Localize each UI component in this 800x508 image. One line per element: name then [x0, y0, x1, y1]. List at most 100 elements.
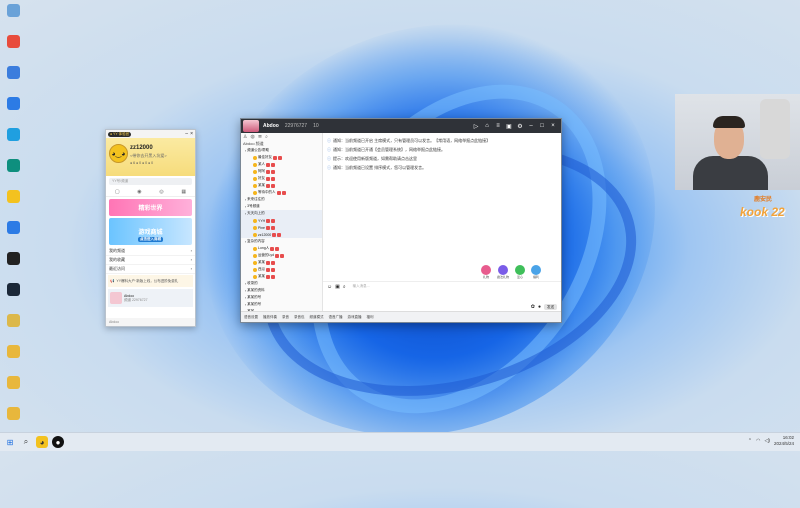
image-icon[interactable]: ▣	[335, 284, 340, 290]
tree-member-row[interactable]: 某人	[241, 161, 322, 168]
tree-member-row[interactable]: 运营的Lyd	[241, 252, 322, 259]
tree-channel-row[interactable]: › 天天向上的	[241, 210, 322, 217]
username[interactable]: zz12000	[130, 145, 153, 151]
avatar[interactable]: ◕‿◕	[109, 144, 128, 163]
desktop-icon[interactable]	[2, 188, 24, 219]
banner-store[interactable]: 游戏商城 点击进入商城	[109, 218, 192, 245]
tree-row-label: 等待中的人	[258, 190, 276, 194]
tree-channel-row[interactable]: › 3号频道	[241, 203, 322, 210]
vip-tag[interactable]: ● YY 体验官	[108, 131, 132, 137]
settings-icon[interactable]: ⚙	[516, 122, 524, 130]
gift-item[interactable]: 魔法礼物	[497, 265, 509, 279]
notice-bar[interactable]: 📢 YY爆料大户·新版上线，公布进阶免费礼	[108, 275, 193, 287]
message-input[interactable]: ✿ ● 发送	[323, 290, 561, 312]
close-icon[interactable]: ×	[190, 131, 193, 137]
bottom-bar-item[interactable]: 录音包	[294, 315, 305, 320]
desktop-icon[interactable]	[2, 2, 24, 33]
minimize-icon[interactable]: –	[185, 131, 188, 137]
group-icon[interactable]: ◎	[159, 189, 163, 195]
user-icon[interactable]: ♙	[243, 134, 247, 140]
bottom-bar-item[interactable]: 播放伴奏	[263, 315, 277, 320]
desktop-icon[interactable]	[2, 95, 24, 126]
gift-icon[interactable]: ✿	[531, 304, 535, 310]
search-icon[interactable]: ⌕	[20, 436, 32, 448]
tree-member-row[interactable]: 阿阿	[241, 168, 322, 175]
tree-channel-row[interactable]: › 某某的号	[241, 294, 322, 301]
tree-member-row[interactable]: zz12000	[241, 231, 322, 238]
desktop-icon[interactable]	[2, 312, 24, 343]
tree-member-row[interactable]: 最佳好友	[241, 154, 322, 161]
tree-channel-row[interactable]: › 来来往往的	[241, 196, 322, 203]
tree-member-row[interactable]: 西瓜	[241, 266, 322, 273]
menu-my-channels[interactable]: 我的频道 ›	[106, 247, 195, 256]
minimize-icon[interactable]: –	[527, 122, 535, 130]
tree-channel-row[interactable]: › 某某的号	[241, 301, 322, 308]
tree-member-row[interactable]: Long人	[241, 245, 322, 252]
channel-title[interactable]: Abdoo	[263, 123, 279, 129]
tree-member-row[interactable]: 好友	[241, 175, 322, 182]
tree-member-row[interactable]: 某某	[241, 259, 322, 266]
tree-member-row[interactable]: 某某	[241, 182, 322, 189]
desktop-icon[interactable]	[2, 219, 24, 250]
app-taskbar-icon[interactable]: ●	[52, 436, 64, 448]
home-icon[interactable]: ⌂	[483, 122, 491, 130]
game-icon[interactable]: ▣	[505, 122, 513, 130]
gift-item[interactable]: 福利	[531, 265, 541, 279]
desktop-icon[interactable]	[2, 126, 24, 157]
desktop-icon[interactable]	[2, 157, 24, 188]
tree-member-row[interactable]: 某某	[241, 273, 322, 280]
tree-channel-row[interactable]: › 频道公告/帮助	[241, 147, 322, 154]
user-signature[interactable]: <带你去开黑入坑爱>	[130, 153, 167, 159]
search-icon[interactable]: ⌕	[265, 134, 268, 140]
gift-item[interactable]: 爱心	[515, 265, 525, 279]
mini-bottom-bar[interactable]: Abdoo	[106, 318, 195, 326]
menu-icon[interactable]: ≡	[494, 122, 502, 130]
bottom-bar-item[interactable]: 游戏直播	[348, 315, 362, 320]
bottom-bar-item[interactable]: 频道模式	[310, 315, 324, 320]
grid-icon[interactable]: ▦	[181, 189, 186, 195]
gift-item[interactable]: 礼物	[480, 265, 491, 279]
bottom-bar-item[interactable]: 录音	[282, 315, 289, 320]
info-icon: ⓘ	[327, 165, 331, 170]
desktop-icon[interactable]	[2, 281, 24, 312]
chat-icon[interactable]: ▢	[115, 189, 120, 195]
bottom-bar-item[interactable]: 语音广播	[329, 315, 343, 320]
chevron-up-icon[interactable]: ⌃	[748, 438, 752, 444]
tree-channel-row[interactable]: › 复杂的内容	[241, 238, 322, 245]
search-input[interactable]: YY号/频道	[109, 178, 192, 185]
menu-recent[interactable]: 最近访问 ›	[106, 265, 195, 274]
maximize-icon[interactable]: □	[538, 122, 546, 130]
tree-member-row[interactable]: 等待中的人	[241, 189, 322, 196]
emoji-icon[interactable]: ☺	[327, 284, 332, 290]
yy-taskbar-icon[interactable]: ◕	[36, 436, 48, 448]
tree-member-row[interactable]: Pine	[241, 224, 322, 231]
message-text: 通知：当前频道已设置 排序模式，您可以管理发言。	[333, 165, 427, 170]
search-icon[interactable]: ⌕	[343, 284, 346, 290]
banner-world[interactable]: 精彩世界	[109, 199, 192, 216]
tree-channel-row[interactable]: › 某某的资料	[241, 287, 322, 294]
tree-channel-row[interactable]: › 收录的	[241, 280, 322, 287]
tree-member-row[interactable]: YYH	[241, 217, 322, 224]
system-tray: ⌃ ◠ ◁) 16:02 2024/5/24	[748, 435, 794, 447]
list-icon[interactable]: ≣	[258, 134, 262, 140]
bottom-bar-item[interactable]: 语音设置	[244, 315, 258, 320]
desktop-icon[interactable]	[2, 250, 24, 281]
close-icon[interactable]: ×	[549, 122, 557, 130]
record-icon[interactable]: ●	[538, 304, 541, 310]
video-icon[interactable]: ▷	[472, 122, 480, 130]
bottom-bar-item[interactable]: 福利	[367, 315, 374, 320]
volume-icon[interactable]: ◁)	[764, 438, 770, 444]
gift-bar: 礼物 魔法礼物 爱心 福利	[323, 263, 561, 281]
desktop-icon[interactable]	[2, 33, 24, 64]
contacts-icon[interactable]: ◉	[137, 189, 141, 195]
menu-favorites[interactable]: 我的收藏 ›	[106, 256, 195, 265]
clock[interactable]: 16:02 2024/5/24	[774, 435, 794, 447]
desktop-icon[interactable]	[2, 343, 24, 374]
recent-channel[interactable]: Abdoo 频道 22976727	[108, 289, 193, 307]
send-button[interactable]: 发送	[544, 304, 557, 310]
start-icon[interactable]: ⊞	[4, 436, 16, 448]
network-icon[interactable]: ◠	[756, 438, 760, 444]
mic-icon[interactable]: ◍	[250, 134, 254, 140]
desktop-icon[interactable]	[2, 374, 24, 405]
desktop-icon[interactable]	[2, 64, 24, 95]
